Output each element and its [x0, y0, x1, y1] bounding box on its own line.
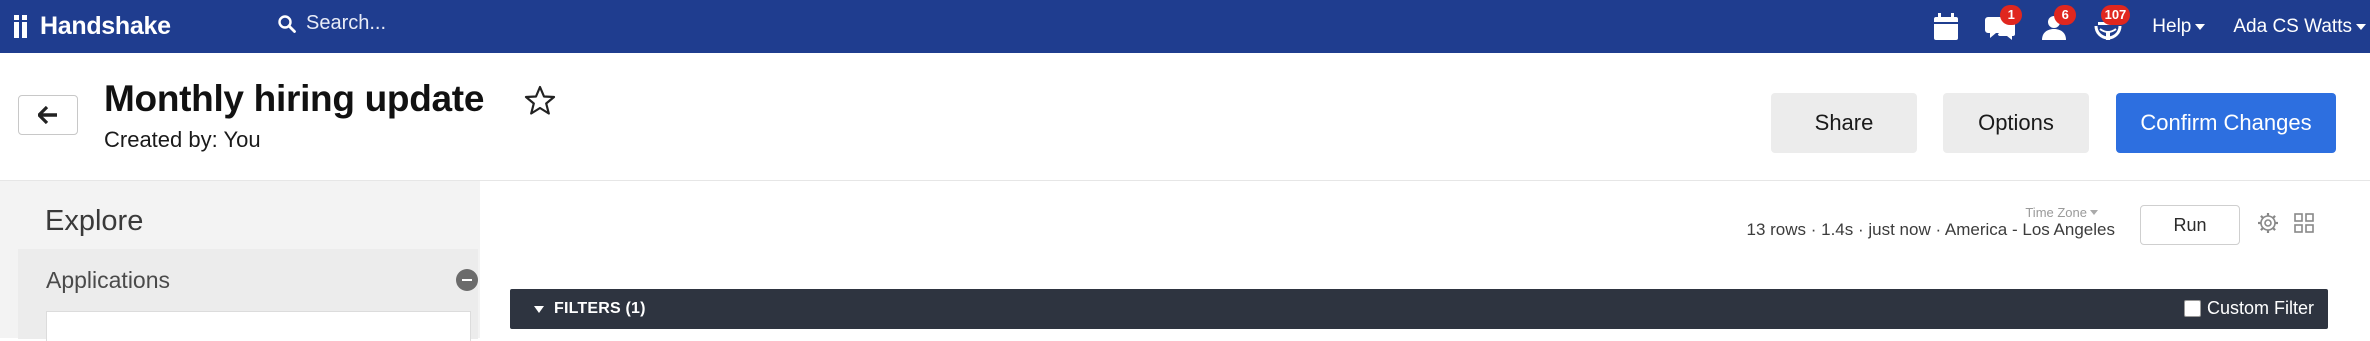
layout-button[interactable] — [2294, 213, 2314, 238]
search-bar[interactable]: Search... — [278, 12, 386, 35]
field-search-input[interactable] — [46, 311, 471, 341]
options-button[interactable]: Options — [1943, 93, 2089, 153]
caret-down-icon — [534, 306, 544, 313]
search-input[interactable]: Search... — [306, 12, 386, 35]
gear-icon — [2258, 213, 2278, 233]
share-button[interactable]: Share — [1771, 93, 1917, 153]
brand-logo[interactable]: Handshake — [14, 12, 171, 41]
custom-filter-label: Custom Filter — [2206, 298, 2314, 318]
help-label: Help — [2152, 15, 2192, 37]
filters-label: FILTERS (1) — [554, 300, 646, 317]
explore-main-panel: Time Zone 13 rows · 1.4s · just now · Am… — [480, 181, 2370, 339]
explore-section: Explore Applications Time Zone 13 rows ·… — [0, 180, 2370, 341]
created-by: Created by: You — [104, 127, 261, 152]
confirm-changes-button[interactable]: Confirm Changes — [2116, 93, 2336, 153]
timezone-selector[interactable]: Time Zone — [2025, 205, 2098, 220]
back-button[interactable] — [18, 95, 78, 135]
brand-name: Handshake — [40, 12, 171, 40]
custom-filter-checkbox[interactable] — [2183, 300, 2201, 317]
people-badge: 6 — [2054, 4, 2077, 25]
settings-button[interactable] — [2257, 212, 2279, 239]
search-icon — [278, 14, 296, 33]
user-name: Ada CS Watts — [2233, 15, 2352, 37]
chevron-down-icon — [2090, 210, 2098, 215]
grid-icon — [2294, 213, 2314, 233]
people-button[interactable]: 6 — [2034, 4, 2077, 47]
chevron-down-icon — [2356, 23, 2366, 30]
global-badge: 107 — [2100, 4, 2131, 25]
field-picker: Applications — [18, 249, 478, 341]
timezone-label: Time Zone — [2025, 205, 2087, 220]
custom-filter-toggle[interactable]: Custom Filter — [2183, 298, 2314, 319]
career-fairs-button[interactable]: 107 — [2088, 4, 2131, 47]
query-meta: 13 rows · 1.4s · just now · America - Lo… — [1746, 220, 2116, 239]
messages-badge: 1 — [2000, 4, 2023, 25]
page-title: Monthly hiring update — [104, 78, 485, 119]
help-menu[interactable]: Help — [2152, 15, 2206, 38]
calendar-button[interactable] — [1926, 7, 1966, 47]
favorite-button[interactable] — [524, 85, 556, 120]
user-menu[interactable]: Ada CS Watts — [2233, 16, 2366, 38]
explore-title: Explore — [45, 205, 144, 237]
chevron-down-icon — [2195, 23, 2206, 30]
arrow-left-icon — [38, 106, 57, 124]
run-button[interactable]: Run — [2140, 205, 2240, 245]
filters-bar[interactable]: FILTERS (1) Custom Filter — [510, 289, 2328, 329]
calendar-icon — [1934, 12, 1959, 40]
top-nav: Handshake Search... 1 6 107 Help Ada CS … — [0, 0, 2370, 53]
nav-right: 1 6 107 Help Ada CS Watts — [1926, 0, 2370, 53]
messages-button[interactable]: 1 — [1980, 4, 2023, 47]
collapse-icon[interactable] — [456, 269, 478, 291]
star-icon — [524, 85, 556, 115]
view-label: Applications — [46, 267, 171, 293]
handshake-logo-icon — [14, 14, 36, 39]
page-header: Monthly hiring update Created by: You Sh… — [0, 53, 2370, 180]
